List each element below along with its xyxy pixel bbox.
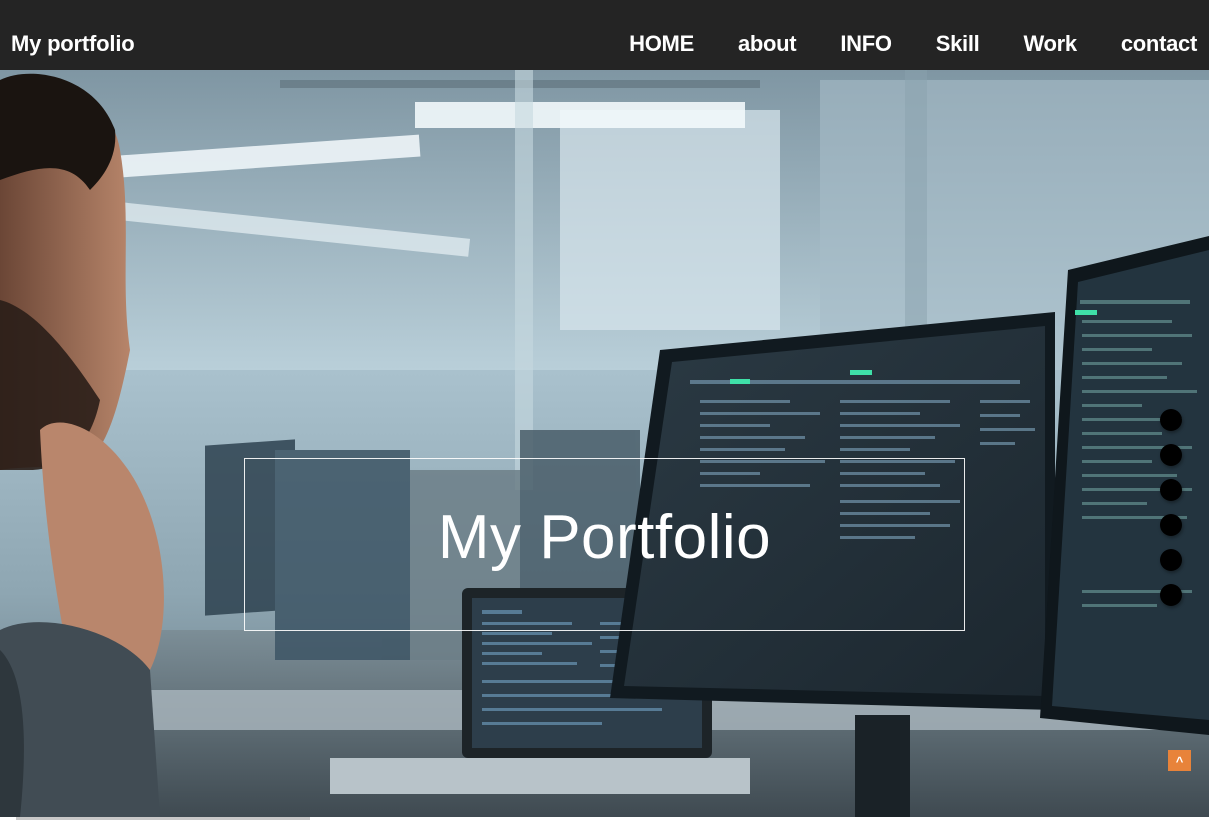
section-dot-3[interactable] bbox=[1160, 479, 1182, 501]
hero-title-frame: My Portfolio bbox=[244, 458, 965, 631]
section-dot-2[interactable] bbox=[1160, 444, 1182, 466]
section-nav-dots bbox=[1160, 409, 1184, 619]
nav-skill[interactable]: Skill bbox=[936, 31, 980, 57]
hero-background-image bbox=[0, 70, 1209, 817]
nav-work[interactable]: Work bbox=[1023, 31, 1077, 57]
nav-contact[interactable]: contact bbox=[1121, 31, 1197, 57]
main-nav: HOME about INFO Skill Work contact bbox=[585, 31, 1197, 57]
nav-about[interactable]: about bbox=[738, 31, 797, 57]
section-dot-4[interactable] bbox=[1160, 514, 1182, 536]
scrollbar-thumb[interactable] bbox=[16, 817, 310, 820]
hero-section: My Portfolio ^ bbox=[0, 70, 1209, 817]
section-dot-1[interactable] bbox=[1160, 409, 1182, 431]
site-logo-text[interactable]: My portfolio bbox=[11, 31, 135, 57]
hero-title: My Portfolio bbox=[437, 503, 772, 572]
section-dot-5[interactable] bbox=[1160, 549, 1182, 571]
back-to-top-button[interactable]: ^ bbox=[1168, 750, 1191, 771]
nav-home[interactable]: HOME bbox=[629, 31, 694, 57]
horizontal-scrollbar[interactable] bbox=[0, 817, 1209, 822]
header-bar: My portfolio HOME about INFO Skill Work … bbox=[0, 0, 1209, 70]
nav-info[interactable]: INFO bbox=[840, 31, 892, 57]
section-dot-6[interactable] bbox=[1160, 584, 1182, 606]
